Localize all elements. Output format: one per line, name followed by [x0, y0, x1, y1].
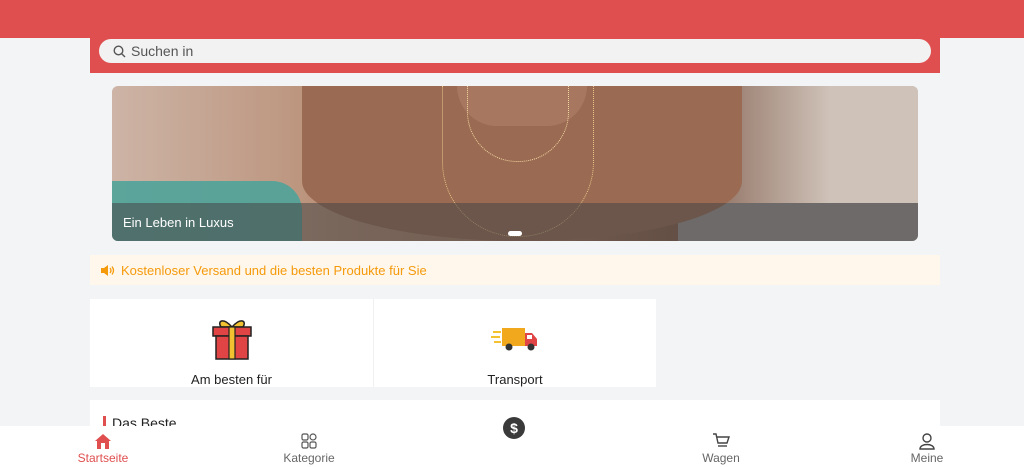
tab-home[interactable]: Startseite — [68, 426, 138, 467]
carousel-indicator[interactable] — [508, 231, 522, 236]
delivery-truck-icon — [491, 327, 537, 350]
category-best-for[interactable]: Am besten für — [90, 299, 373, 387]
center-action-button[interactable]: $ — [489, 403, 539, 453]
search-bar-container: Suchen in — [90, 38, 940, 73]
tab-label: Kategorie — [283, 451, 335, 465]
gift-icon — [211, 319, 252, 360]
search-icon — [113, 44, 126, 57]
banner-area: Ein Leben in Luxus — [90, 73, 940, 253]
promo-banner[interactable]: Ein Leben in Luxus — [112, 86, 918, 241]
category-grid: Am besten für Transport — [90, 299, 656, 387]
tab-category[interactable]: Kategorie — [274, 426, 344, 467]
top-header — [0, 0, 1024, 38]
home-icon — [95, 433, 111, 449]
tab-label: Wagen — [702, 451, 740, 465]
category-label: Transport — [487, 372, 543, 387]
user-icon — [919, 432, 935, 450]
tab-label: Meine — [910, 451, 944, 465]
tab-label: Startseite — [77, 451, 129, 465]
dollar-glyph: $ — [510, 420, 518, 436]
banner-caption: Ein Leben in Luxus — [123, 214, 234, 230]
notice-text: Kostenloser Versand und die besten Produ… — [121, 262, 427, 278]
notice-bar: Kostenloser Versand und die besten Produ… — [90, 255, 940, 285]
search-input[interactable]: Suchen in — [99, 39, 931, 63]
cart-icon — [713, 433, 730, 447]
tab-profile[interactable]: Meine — [892, 426, 962, 467]
category-label: Am besten für — [191, 372, 272, 387]
tab-cart[interactable]: Wagen — [686, 426, 756, 467]
dollar-icon: $ — [503, 417, 525, 439]
category-transport[interactable]: Transport — [373, 299, 656, 387]
search-placeholder: Suchen in — [131, 43, 194, 59]
speaker-icon — [101, 264, 115, 276]
grid-icon — [301, 433, 317, 449]
